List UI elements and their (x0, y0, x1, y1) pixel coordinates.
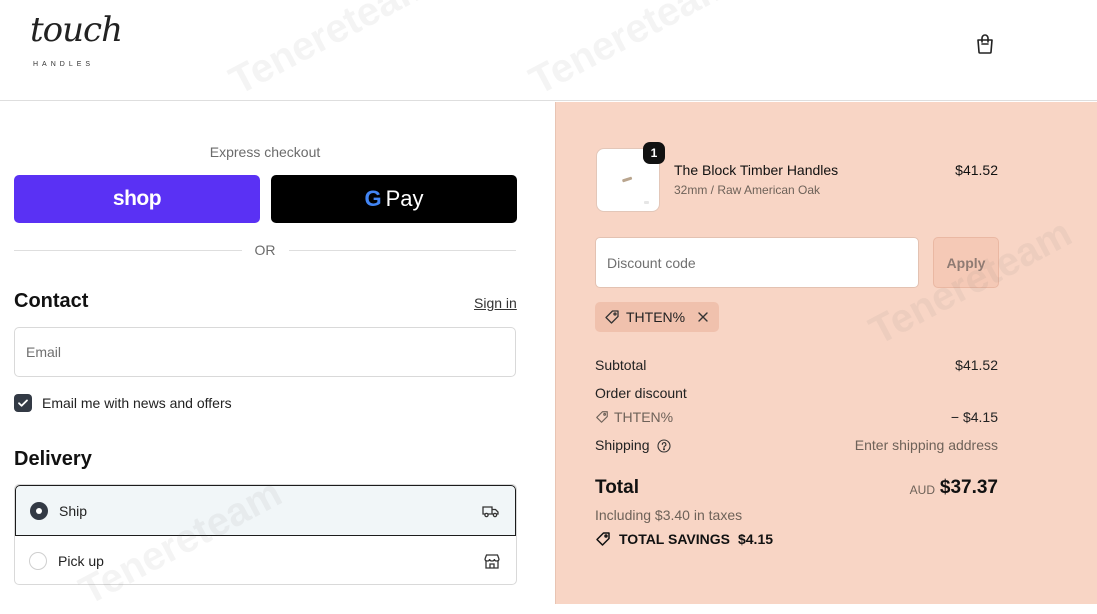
currency-code: AUD (909, 483, 935, 497)
delivery-option-pickup[interactable]: Pick up (15, 536, 516, 584)
delivery-method-group: Ship Pick up (14, 484, 517, 585)
cart-button[interactable] (973, 32, 997, 56)
discount-amount: − $4.15 (950, 409, 998, 425)
pickup-label: Pick up (58, 553, 104, 569)
sign-in-link[interactable]: Sign in (474, 295, 517, 311)
google-pay-label: Pay (385, 186, 424, 211)
close-icon (698, 312, 708, 322)
tag-icon (596, 411, 608, 423)
shop-pay-button[interactable]: shop (14, 175, 260, 223)
shipping-value: Enter shipping address (854, 437, 998, 453)
order-discount-label: Order discount (595, 385, 687, 401)
subtotal-label: Subtotal (595, 357, 647, 373)
logo-subtext: HANDLES (33, 61, 95, 68)
total-savings: TOTAL SAVINGS $4.15 (595, 531, 773, 547)
remove-discount-button[interactable] (697, 311, 709, 323)
store-icon (484, 554, 500, 569)
savings-value: $4.15 (737, 531, 774, 547)
taxes-note: Including $3.40 in taxes (595, 507, 743, 523)
newsletter-opt-in[interactable]: Email me with news and offers (14, 393, 232, 413)
delivery-heading: Delivery (14, 448, 92, 470)
contact-heading: Contact (14, 290, 89, 312)
subtotal-value: $41.52 (955, 357, 998, 373)
newsletter-label: Email me with news and offers (42, 395, 232, 411)
google-g-icon: G (364, 186, 382, 211)
shipping-row: Shipping (595, 437, 671, 453)
shopping-bag-icon (977, 34, 993, 54)
tag-icon (605, 310, 619, 324)
site-header: touch HANDLES (0, 0, 1097, 101)
shipping-label: Shipping (595, 437, 650, 453)
product-variant: 32mm / Raw American Oak (674, 183, 821, 197)
discount-code-row: THTEN% (595, 409, 673, 425)
apply-discount-button[interactable]: Apply (933, 237, 999, 288)
help-icon[interactable] (657, 439, 671, 453)
or-divider: OR (14, 242, 516, 260)
applied-discount-code: THTEN% (626, 309, 686, 325)
or-label: OR (254, 242, 276, 258)
discount-code-text: THTEN% (614, 409, 674, 425)
product-name: The Block Timber Handles (674, 162, 839, 178)
total-value: $37.37 (939, 477, 998, 498)
shop-pay-label: shop (112, 187, 162, 210)
ship-label: Ship (59, 502, 88, 519)
google-pay-button[interactable]: G Pay (271, 175, 517, 223)
truck-icon (482, 505, 499, 517)
quantity-badge: 1 (643, 142, 665, 164)
store-logo[interactable]: touch HANDLES (30, 10, 123, 70)
email-field[interactable] (14, 327, 516, 377)
express-checkout-label: Express checkout (209, 144, 321, 160)
pickup-radio[interactable] (29, 552, 47, 570)
total-label: Total (595, 477, 639, 498)
newsletter-checkbox[interactable] (14, 394, 32, 412)
product-price: $41.52 (955, 162, 998, 178)
ship-radio[interactable] (30, 501, 48, 520)
checkmark-icon (18, 399, 28, 407)
logo-script: touch (30, 10, 123, 50)
checkout-form: Express checkout shop G Pay OR Contact S… (0, 102, 555, 604)
savings-label: TOTAL SAVINGS (619, 531, 730, 547)
tag-icon (596, 532, 610, 546)
order-summary: 1 The Block Timber Handles 32mm / Raw Am… (555, 102, 1097, 604)
applied-discount-chip: THTEN% (595, 302, 720, 332)
discount-code-field[interactable] (595, 237, 919, 288)
delivery-option-ship[interactable]: Ship (15, 485, 516, 536)
